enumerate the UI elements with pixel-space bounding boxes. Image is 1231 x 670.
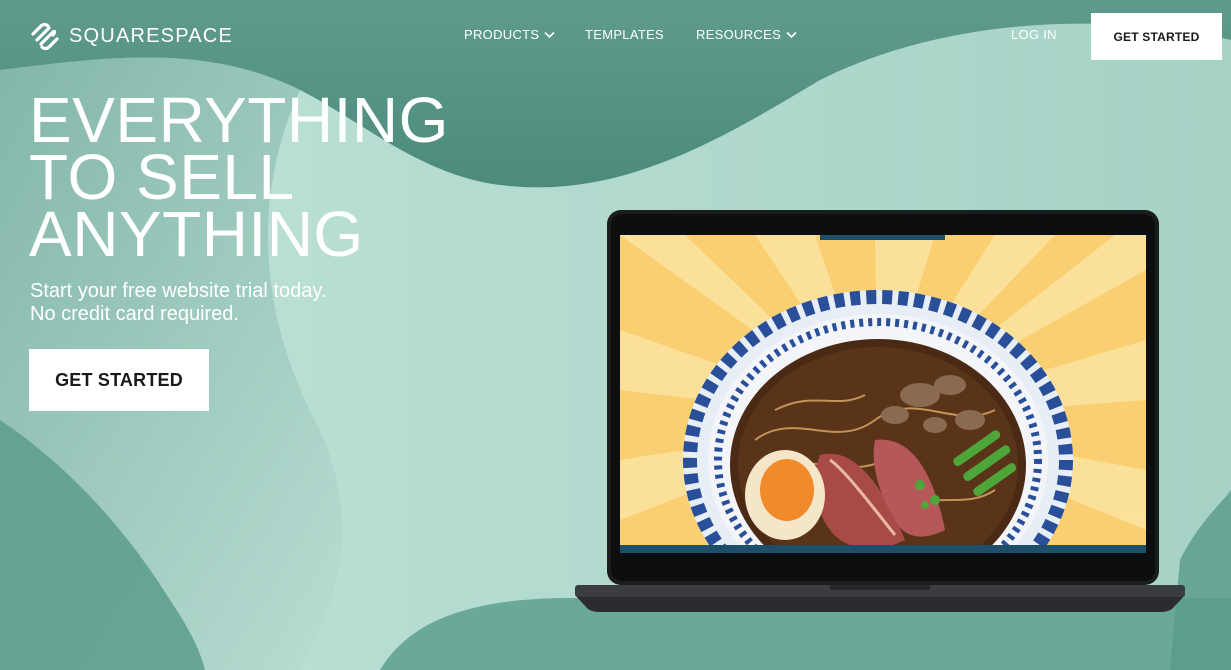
brand-name: SQUARESPACE — [69, 24, 233, 47]
squarespace-logo-icon — [31, 22, 59, 50]
hero-subtitle-line: No credit card required. — [30, 303, 239, 325]
nav-templates[interactable]: TEMPLATES — [585, 27, 664, 42]
chevron-down-icon — [544, 31, 555, 38]
site-header: SQUARESPACE PRODUCTS TEMPLATES RESOURCES… — [0, 0, 1231, 72]
nav-products[interactable]: PRODUCTS — [464, 27, 555, 42]
login-link[interactable]: LOG IN — [1011, 27, 1057, 42]
nav-products-label: PRODUCTS — [464, 27, 540, 42]
hero-subtitle: Start your free website trial today. No … — [30, 280, 326, 326]
hero-get-started-button[interactable]: GET STARTED — [29, 349, 209, 411]
laptop-illustration — [575, 210, 1185, 612]
chevron-down-icon — [786, 31, 797, 38]
nav-resources[interactable]: RESOURCES — [696, 27, 797, 42]
hero-title: EVERYTHING TO SELL ANYTHING — [29, 88, 449, 270]
nav-resources-label: RESOURCES — [696, 27, 782, 42]
hero-subtitle-line: Start your free website trial today. — [30, 280, 327, 302]
hero-title-line: ANYTHING — [29, 198, 364, 270]
header-get-started-button[interactable]: GET STARTED — [1091, 13, 1222, 60]
logo-link[interactable]: SQUARESPACE — [29, 22, 233, 50]
